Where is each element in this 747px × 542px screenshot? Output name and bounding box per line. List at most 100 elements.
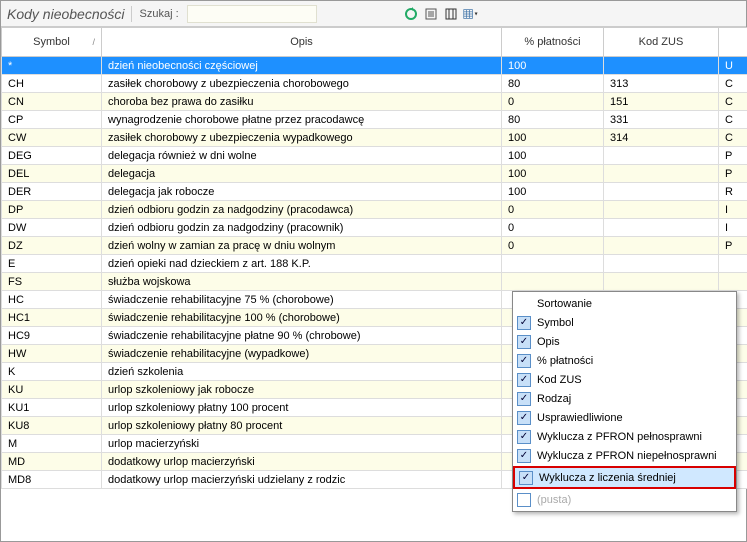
table-row[interactable]: DWdzień odbioru godzin za nadgodziny (pr… xyxy=(2,219,747,237)
cell-opis: świadczenie rehabilitacyjne płatne 90 % … xyxy=(102,327,502,345)
cell-ex: C xyxy=(719,111,747,129)
cell-sym: DER xyxy=(2,183,102,201)
cell-ex: P xyxy=(719,147,747,165)
table-row[interactable]: CPwynagrodzenie chorobowe płatne przez p… xyxy=(2,111,747,129)
cell-opis: urlop szkoleniowy płatny 100 procent xyxy=(102,399,502,417)
view-dropdown-icon[interactable] xyxy=(462,5,480,23)
cell-ex: U xyxy=(719,57,747,75)
table-row[interactable]: *dzień nieobecności częściowej100 U xyxy=(2,57,747,75)
cell-ex: C xyxy=(719,129,747,147)
cell-sym: K xyxy=(2,363,102,381)
cell-sym: HW xyxy=(2,345,102,363)
search-label: Szukaj : xyxy=(136,8,183,20)
table-row[interactable]: CNchoroba bez prawa do zasiłku0151C xyxy=(2,93,747,111)
cell-ex xyxy=(719,273,747,291)
cell-zus: 151 xyxy=(604,93,719,111)
cell-zus xyxy=(604,201,719,219)
ctx-menu-item[interactable]: ✓Wyklucza z PFRON pełnosprawni xyxy=(513,427,736,446)
cell-sym: KU xyxy=(2,381,102,399)
ctx-menu-item[interactable]: ✓Kod ZUS xyxy=(513,370,736,389)
col-header-opis[interactable]: Opis xyxy=(102,28,502,57)
cell-zus xyxy=(604,219,719,237)
cell-plat: 80 xyxy=(502,75,604,93)
cell-ex: P xyxy=(719,237,747,255)
ctx-menu-item[interactable]: ✓Opis xyxy=(513,332,736,351)
ctx-menu-item[interactable]: ✓ Wyklucza z liczenia średniej xyxy=(515,468,734,487)
cell-opis: urlop szkoleniowy płatny 80 procent xyxy=(102,417,502,435)
ctx-menu-label: Wyklucza z PFRON niepełnosprawni xyxy=(537,450,717,462)
ctx-menu-item[interactable]: ✓Usprawiedliwione xyxy=(513,408,736,427)
cell-plat: 100 xyxy=(502,165,604,183)
col-header-symbol[interactable]: Symbol/ xyxy=(2,28,102,57)
cell-sym: M xyxy=(2,435,102,453)
ctx-menu-item[interactable]: ✓Symbol xyxy=(513,313,736,332)
cell-zus xyxy=(604,237,719,255)
cell-opis: wynagrodzenie chorobowe płatne przez pra… xyxy=(102,111,502,129)
cell-sym: DW xyxy=(2,219,102,237)
table-header-row: Symbol/ Opis % płatności Kod ZUS xyxy=(2,28,747,57)
columns-icon[interactable] xyxy=(442,5,460,23)
checkbox-icon: ✓ xyxy=(517,316,531,330)
ctx-menu-item[interactable]: Sortowanie xyxy=(513,294,736,313)
col-header-zus[interactable]: Kod ZUS xyxy=(604,28,719,57)
ctx-menu-item[interactable]: ✓% płatności xyxy=(513,351,736,370)
cell-ex: P xyxy=(719,165,747,183)
checkbox-icon: ✓ xyxy=(517,430,531,444)
cell-ex: I xyxy=(719,219,747,237)
cell-sym: DEG xyxy=(2,147,102,165)
table-row[interactable]: DEGdelegacja również w dni wolne100P xyxy=(2,147,747,165)
checkbox-icon: ✓ xyxy=(517,449,531,463)
table-row[interactable]: DELdelegacja100P xyxy=(2,165,747,183)
cell-opis: zasiłek chorobowy z ubezpieczenia wypadk… xyxy=(102,129,502,147)
tool1-icon[interactable] xyxy=(422,5,440,23)
cell-plat: 80 xyxy=(502,111,604,129)
ctx-menu-label: Wyklucza z liczenia średniej xyxy=(539,472,676,484)
table-row[interactable]: FSsłużba wojskowa xyxy=(2,273,747,291)
cell-sym: CW xyxy=(2,129,102,147)
cell-opis: dodatkowy urlop macierzyński udzielany z… xyxy=(102,471,502,489)
cell-sym: E xyxy=(2,255,102,273)
cell-sym: DEL xyxy=(2,165,102,183)
ctx-menu-label: Opis xyxy=(537,336,560,348)
table-row[interactable]: DERdelegacja jak robocze100R xyxy=(2,183,747,201)
search-input[interactable] xyxy=(187,5,317,23)
cell-opis: zasiłek chorobowy z ubezpieczenia chorob… xyxy=(102,75,502,93)
toolbar-icons xyxy=(402,5,480,23)
col-header-platnosci[interactable]: % płatności xyxy=(502,28,604,57)
ctx-menu-label: Kod ZUS xyxy=(537,374,582,386)
col-header-extra[interactable] xyxy=(719,28,747,57)
column-context-menu: Sortowanie✓Symbol✓Opis✓% płatności✓Kod Z… xyxy=(512,291,737,512)
cell-plat: 0 xyxy=(502,219,604,237)
table-row[interactable]: DZdzień wolny w zamian za pracę w dniu w… xyxy=(2,237,747,255)
cell-sym: DP xyxy=(2,201,102,219)
checkbox-icon: ✓ xyxy=(517,392,531,406)
ctx-menu-item[interactable]: ✓ Wyklucza z PFRON niepełnosprawni xyxy=(513,446,736,465)
cell-sym: CP xyxy=(2,111,102,129)
sort-indicator-icon: / xyxy=(92,37,95,47)
table-row[interactable]: DPdzień odbioru godzin za nadgodziny (pr… xyxy=(2,201,747,219)
table-row[interactable]: CWzasiłek chorobowy z ubezpieczenia wypa… xyxy=(2,129,747,147)
cell-ex: I xyxy=(719,201,747,219)
ctx-menu-label: Sortowanie xyxy=(537,298,592,310)
checkbox-icon xyxy=(517,493,531,507)
cell-plat: 0 xyxy=(502,201,604,219)
cell-zus xyxy=(604,165,719,183)
cell-plat: 100 xyxy=(502,147,604,165)
refresh-icon[interactable] xyxy=(402,5,420,23)
table-row[interactable]: CHzasiłek chorobowy z ubezpieczenia chor… xyxy=(2,75,747,93)
ctx-menu-label: (pusta) xyxy=(537,494,571,506)
cell-zus xyxy=(604,255,719,273)
ctx-menu-item[interactable]: ✓Rodzaj xyxy=(513,389,736,408)
cell-zus: 314 xyxy=(604,129,719,147)
cell-opis: dzień odbioru godzin za nadgodziny (prac… xyxy=(102,201,502,219)
cell-plat xyxy=(502,255,604,273)
checkbox-icon: ✓ xyxy=(519,471,533,485)
cell-zus xyxy=(604,147,719,165)
cell-sym: * xyxy=(2,57,102,75)
table-row[interactable]: Edzień opieki nad dzieckiem z art. 188 K… xyxy=(2,255,747,273)
cell-zus: 331 xyxy=(604,111,719,129)
cell-opis: dzień odbioru godzin za nadgodziny (prac… xyxy=(102,219,502,237)
cell-opis: dzień nieobecności częściowej xyxy=(102,57,502,75)
cell-plat: 100 xyxy=(502,57,604,75)
cell-opis: dzień opieki nad dzieckiem z art. 188 K.… xyxy=(102,255,502,273)
